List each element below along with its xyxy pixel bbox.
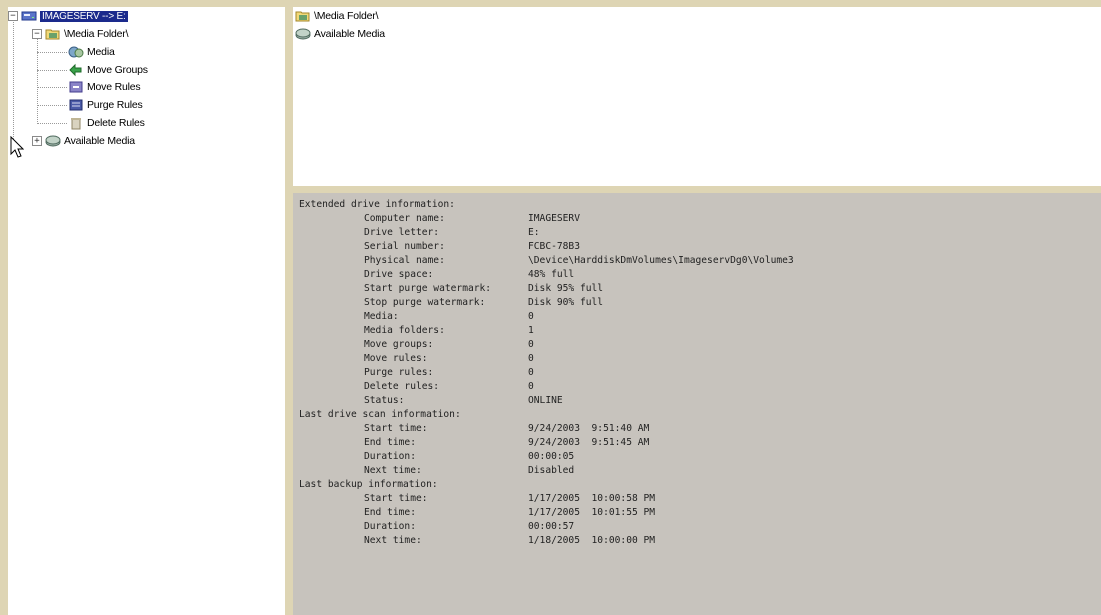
info-value: ONLINE	[528, 395, 563, 406]
delete-rules-icon	[68, 116, 84, 130]
tree-node-root[interactable]: − IMAGESERV --> E:	[8, 8, 128, 24]
tree-node-move-rules[interactable]: Move Rules	[68, 79, 141, 95]
info-key: Move groups:	[364, 339, 434, 350]
info-value: 00:00:05	[528, 451, 575, 462]
tree-label-move-rules[interactable]: Move Rules	[87, 81, 141, 93]
info-value: 0	[528, 367, 534, 378]
info-key: Purge rules:	[364, 367, 434, 378]
info-value: 0	[528, 311, 534, 322]
tree-connector-line	[37, 37, 38, 124]
tree-connector-line	[37, 123, 67, 124]
info-value: Disk 95% full	[528, 283, 604, 294]
info-key: Status:	[364, 395, 405, 406]
info-key: Start time:	[364, 423, 428, 434]
tree-node-move-groups[interactable]: Move Groups	[68, 62, 148, 78]
info-key: Physical name:	[364, 255, 445, 266]
info-key: Media:	[364, 311, 399, 322]
info-key: End time:	[364, 437, 416, 448]
list-item-label[interactable]: Available Media	[314, 28, 385, 40]
expand-icon[interactable]: +	[32, 136, 42, 146]
info-key: Serial number:	[364, 241, 445, 252]
info-key: Move rules:	[364, 353, 428, 364]
info-key: Computer name:	[364, 213, 445, 224]
info-key: Next time:	[364, 465, 422, 476]
available-media-icon	[45, 134, 61, 148]
info-key: Drive letter:	[364, 227, 440, 238]
info-value: 00:00:57	[528, 521, 575, 532]
info-key: Drive space:	[364, 269, 434, 280]
info-key: Start time:	[364, 493, 428, 504]
folder-icon	[45, 27, 61, 41]
info-value: Disk 90% full	[528, 297, 604, 308]
info-key: End time:	[364, 507, 416, 518]
tree-available-media-label[interactable]: Available Media	[64, 135, 135, 147]
info-value: 1/17/2005 10:00:58 PM	[528, 493, 656, 504]
list-item-label[interactable]: \Media Folder\	[314, 10, 379, 22]
tree-node-media-folder[interactable]: − \Media Folder\	[32, 26, 129, 42]
info-key: Duration:	[364, 451, 416, 462]
info-value: 0	[528, 353, 534, 364]
tree-media-folder-label[interactable]: \Media Folder\	[64, 28, 129, 40]
collapse-icon[interactable]: −	[8, 11, 18, 21]
tree-connector-line	[37, 87, 67, 88]
info-key: Next time:	[364, 535, 422, 546]
info-value: 9/24/2003 9:51:45 AM	[528, 437, 650, 448]
info-value: E:	[528, 227, 540, 238]
info-value: 1/17/2005 10:01:55 PM	[528, 507, 656, 518]
tree-label-delete-rules[interactable]: Delete Rules	[87, 117, 145, 129]
tree-node-media[interactable]: Media	[68, 44, 115, 60]
section-header: Last drive scan information:	[299, 409, 461, 420]
info-key: Start purge watermark:	[364, 283, 492, 294]
list-pane[interactable]: \Media Folder\ Available Media	[293, 7, 1101, 186]
tree-root-label[interactable]: IMAGESERV --> E:	[40, 10, 128, 22]
pane-splitter[interactable]	[285, 7, 293, 615]
tree-pane[interactable]: − IMAGESERV --> E: − \Media Folder\ Medi…	[8, 7, 285, 615]
info-value: 1/18/2005 10:00:00 PM	[528, 535, 656, 546]
info-value: 1	[528, 325, 534, 336]
info-key: Delete rules:	[364, 381, 440, 392]
info-value: Disabled	[528, 465, 575, 476]
section-header: Extended drive information:	[299, 199, 455, 210]
info-value: 48% full	[528, 269, 575, 280]
drive-info-pane[interactable]: Extended drive information: Computer nam…	[293, 193, 1101, 615]
tree-node-delete-rules[interactable]: Delete Rules	[68, 115, 145, 131]
section-header: Last backup information:	[299, 479, 438, 490]
info-value: 9/24/2003 9:51:40 AM	[528, 423, 650, 434]
tree-node-purge-rules[interactable]: Purge Rules	[68, 97, 143, 113]
app-window: − IMAGESERV --> E: − \Media Folder\ Medi…	[0, 0, 1101, 615]
tree-connector-line	[37, 105, 67, 106]
tree-connector-line	[37, 70, 67, 71]
tree-label-move-groups[interactable]: Move Groups	[87, 64, 148, 76]
list-item[interactable]: \Media Folder\	[295, 8, 379, 24]
info-key: Media folders:	[364, 325, 445, 336]
tree-connector-line	[37, 52, 67, 53]
info-value: FCBC-78B3	[528, 241, 580, 252]
folder-icon	[295, 9, 311, 23]
info-value: IMAGESERV	[528, 213, 580, 224]
tree-node-available-media[interactable]: + Available Media	[32, 133, 135, 149]
info-value: 0	[528, 381, 534, 392]
purge-rules-icon	[68, 98, 84, 112]
mouse-cursor-icon	[10, 135, 25, 158]
move-rules-icon	[68, 80, 84, 94]
info-value: \Device\HarddiskDmVolumes\ImageservDg0\V…	[528, 255, 794, 266]
info-value: 0	[528, 339, 534, 350]
drive-icon	[21, 9, 37, 23]
media-icon	[68, 45, 84, 59]
collapse-icon[interactable]: −	[32, 29, 42, 39]
tree-label-media[interactable]: Media	[87, 46, 115, 58]
list-item[interactable]: Available Media	[295, 26, 385, 42]
available-media-icon	[295, 27, 311, 41]
tree-connector-line	[13, 19, 14, 143]
move-groups-icon	[68, 63, 84, 77]
tree-label-purge-rules[interactable]: Purge Rules	[87, 99, 143, 111]
info-key: Stop purge watermark:	[364, 297, 486, 308]
info-key: Duration:	[364, 521, 416, 532]
